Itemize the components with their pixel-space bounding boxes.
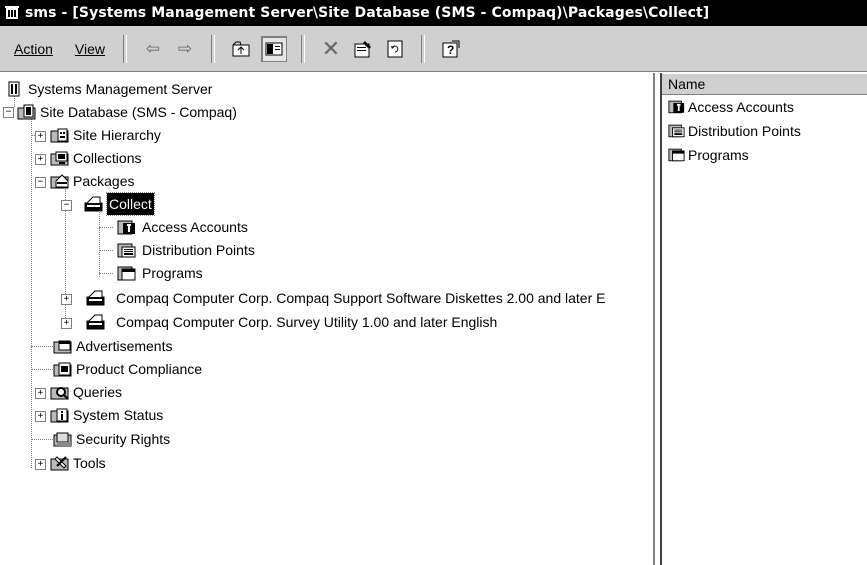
- list-item-label: Distribution Points: [688, 123, 801, 139]
- distribution-points-icon: [117, 242, 136, 258]
- advertisements-icon: [53, 338, 72, 354]
- tree-node-label: System Status: [73, 407, 164, 423]
- tree-connector: [99, 273, 113, 274]
- tree-node-label: Collect: [106, 192, 155, 216]
- toolbar-separator: [211, 34, 216, 63]
- back-arrow-icon[interactable]: ⇦: [141, 37, 165, 61]
- server-icon: [8, 81, 20, 97]
- expand-icon[interactable]: +: [35, 411, 46, 422]
- sms-app-icon[interactable]: [4, 5, 20, 21]
- list-item-label: Programs: [688, 147, 749, 163]
- tree-node-label: Packages: [73, 173, 135, 189]
- refresh-icon[interactable]: [383, 37, 407, 61]
- tree-node-label: Advertisements: [76, 338, 173, 354]
- package-icon: [84, 196, 103, 212]
- details-pane[interactable]: Name Access Accounts Distribution Points…: [660, 73, 867, 565]
- access-accounts-icon: [668, 99, 685, 114]
- access-accounts-icon: [117, 219, 136, 235]
- expand-icon[interactable]: +: [35, 459, 46, 470]
- action-menu[interactable]: Action: [6, 41, 61, 57]
- tree-node-label: Programs: [142, 265, 203, 281]
- tree-connector: [31, 439, 53, 440]
- package-icon: [86, 290, 105, 306]
- list-item[interactable]: Distribution Points: [662, 119, 867, 143]
- toolbar-separator: [123, 34, 128, 63]
- tree-connector: [31, 113, 32, 468]
- security-rights-icon: [53, 431, 72, 447]
- tree-connector: [31, 369, 53, 370]
- programs-icon: [668, 147, 685, 162]
- tree-node-label: Distribution Points: [142, 242, 255, 258]
- package-icon: [86, 314, 105, 330]
- mmc-window: sms - [Systems Management Server\Site Da…: [0, 0, 867, 565]
- expand-icon[interactable]: +: [61, 318, 72, 329]
- tree-node-label: Tools: [73, 455, 106, 471]
- toolbar: Action View ⇦ ⇨ ✕ ?: [0, 26, 867, 72]
- tree-connector: [99, 227, 113, 228]
- expand-icon[interactable]: +: [61, 294, 72, 305]
- list-item[interactable]: Programs: [662, 143, 867, 167]
- toolbar-separator: [301, 34, 306, 63]
- collections-icon: [50, 150, 69, 166]
- expand-icon[interactable]: +: [35, 154, 46, 165]
- tree-node-label: Collections: [73, 150, 142, 166]
- collapse-icon[interactable]: −: [61, 200, 72, 211]
- database-icon: [17, 104, 36, 120]
- tree-connector: [31, 346, 53, 347]
- tree-node-label: Systems Management Server: [28, 81, 213, 97]
- show-tree-icon[interactable]: [261, 35, 288, 62]
- window-title: sms - [Systems Management Server\Site Da…: [25, 5, 710, 21]
- tree-node-label: Site Database (SMS - Compaq): [40, 104, 237, 120]
- view-menu[interactable]: View: [67, 41, 113, 57]
- list-item-label: Access Accounts: [688, 99, 794, 115]
- programs-icon: [117, 265, 136, 281]
- product-compliance-icon: [53, 361, 72, 377]
- collapse-icon[interactable]: −: [3, 107, 14, 118]
- tree-node-label: Access Accounts: [142, 219, 248, 235]
- tree-node-label: Site Hierarchy: [73, 127, 161, 143]
- site-hierarchy-icon: [50, 127, 69, 143]
- collapse-icon[interactable]: −: [35, 177, 46, 188]
- tree-node-label: Security Rights: [76, 431, 171, 447]
- help-icon[interactable]: ?: [439, 37, 463, 61]
- tree-node-label: Compaq Computer Corp. Survey Utility 1.0…: [116, 314, 498, 330]
- tree-node-label: Compaq Computer Corp. Compaq Support Sof…: [116, 290, 606, 306]
- expand-icon[interactable]: +: [35, 131, 46, 142]
- console-tree[interactable]: Systems Management Server − Site Databas…: [0, 73, 655, 565]
- delete-icon[interactable]: ✕: [319, 36, 343, 61]
- tree-node-label: Queries: [73, 384, 123, 400]
- properties-icon[interactable]: [351, 37, 375, 61]
- tools-icon: [50, 455, 69, 471]
- system-status-icon: [50, 407, 69, 423]
- column-header-name[interactable]: Name: [662, 73, 867, 95]
- distribution-points-icon: [668, 123, 685, 138]
- title-bar: sms - [Systems Management Server\Site Da…: [0, 0, 867, 26]
- list-item[interactable]: Access Accounts: [662, 95, 867, 119]
- queries-icon: [50, 384, 69, 400]
- tree-connector: [99, 206, 100, 277]
- expand-icon[interactable]: +: [35, 388, 46, 399]
- up-folder-icon[interactable]: [229, 37, 253, 61]
- tree-connector: [99, 250, 113, 251]
- tree-node-label: Product Compliance: [76, 361, 203, 377]
- forward-arrow-icon[interactable]: ⇨: [173, 37, 197, 61]
- svg-text:?: ?: [447, 43, 454, 57]
- toolbar-separator: [421, 34, 426, 63]
- packages-icon: [50, 173, 69, 189]
